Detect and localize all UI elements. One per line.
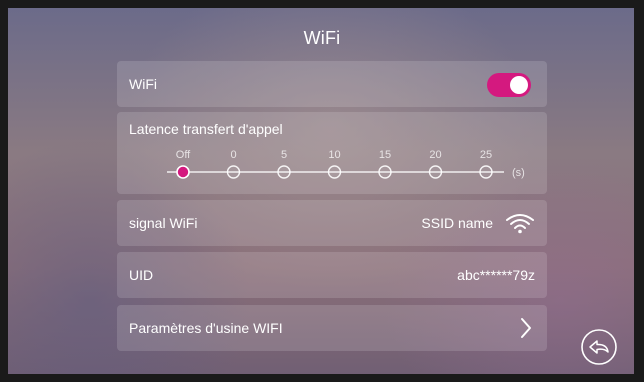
slider-stop-off[interactable]: [176, 165, 190, 179]
slider-stop-20[interactable]: [428, 165, 443, 179]
wifi-toggle-switch[interactable]: [487, 73, 531, 97]
latency-slider[interactable]: [117, 112, 547, 194]
page-title: WiFi: [303, 28, 341, 48]
chevron-right-icon: [521, 318, 531, 338]
toggle-knob: [510, 76, 528, 94]
latency-card: Latence transfert d'appel Off 0 5 10 15 20 25 …: [117, 112, 547, 194]
slider-stop-10[interactable]: [327, 165, 342, 179]
frame-border-bottom: [0, 374, 644, 382]
factory-reset-label: Paramètres d'usine WIFI: [129, 320, 283, 336]
slider-stop-0[interactable]: [226, 165, 241, 179]
back-button-ring: [581, 329, 617, 365]
uid-row: UID abc******79z: [117, 252, 547, 298]
factory-reset-row[interactable]: Paramètres d'usine WIFI: [117, 305, 547, 351]
uid-label: UID: [129, 267, 154, 283]
frame-border-top: [0, 0, 644, 8]
back-arrow-icon: [589, 340, 609, 354]
slider-stop-5[interactable]: [277, 165, 291, 179]
frame-border-left: [0, 0, 8, 382]
ssid-name: SSID name: [421, 215, 493, 231]
wifi-signal-row: signal WiFi SSID name: [117, 200, 547, 246]
wifi-toggle-label: WiFi: [129, 76, 157, 92]
slider-stop-25[interactable]: [479, 165, 493, 179]
slider-stop-15[interactable]: [378, 165, 392, 179]
uid-value: abc******79z: [457, 267, 535, 283]
wifi-signal-icon: [506, 214, 534, 234]
latency-unit-label: (s): [512, 167, 525, 179]
wifi-signal-label: signal WiFi: [129, 215, 198, 231]
frame-border-right: [634, 0, 644, 382]
back-button[interactable]: [580, 328, 618, 366]
wifi-toggle-row[interactable]: WiFi: [117, 61, 547, 107]
